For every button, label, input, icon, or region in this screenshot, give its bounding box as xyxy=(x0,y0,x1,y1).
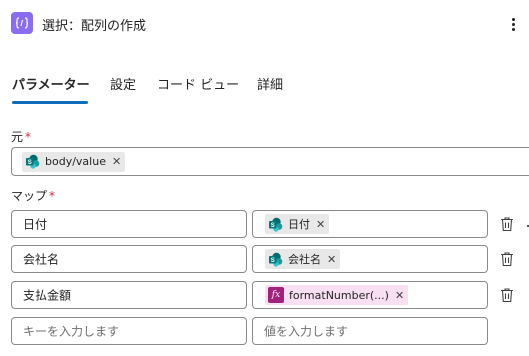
remove-token-icon[interactable]: ✕ xyxy=(327,253,336,266)
token-label: 会社名 xyxy=(288,253,321,266)
map-label: マップ * xyxy=(11,189,56,203)
map-key-input[interactable]: 会社名 xyxy=(11,245,247,273)
map-value-input[interactable]: S 会社名 ✕ xyxy=(252,245,488,273)
action-title: 選択：配列の作成 xyxy=(42,19,147,34)
svg-text:S: S xyxy=(271,223,275,229)
more-dot-icon xyxy=(511,22,515,26)
from-input[interactable]: S body/value ✕ xyxy=(11,147,529,176)
delete-row-icon[interactable] xyxy=(500,287,514,303)
required-mark: * xyxy=(49,189,56,203)
svg-text:S: S xyxy=(271,258,275,264)
reorder-handle-icon[interactable] xyxy=(524,219,529,229)
dynamic-content-token[interactable]: S 会社名 ✕ xyxy=(265,249,341,269)
dynamic-content-token[interactable]: S body/value ✕ xyxy=(22,151,126,172)
expression-token[interactable]: fx formatNumber(...) ✕ xyxy=(265,285,409,305)
token-label: body/value xyxy=(45,155,106,168)
remove-token-icon[interactable]: ✕ xyxy=(395,289,404,302)
tab-details[interactable]: 詳細 xyxy=(257,74,283,104)
sharepoint-icon: S xyxy=(25,154,40,169)
active-tab-indicator xyxy=(12,101,88,104)
map-key-value: 日付 xyxy=(23,217,48,232)
variable-braces-icon xyxy=(11,12,33,34)
delete-row-icon[interactable] xyxy=(500,216,514,232)
token-label: 日付 xyxy=(288,218,310,231)
delete-row-icon[interactable] xyxy=(500,251,514,267)
more-dot-icon xyxy=(511,17,515,21)
tab-code-view[interactable]: コード ビュー xyxy=(157,74,239,104)
required-mark: * xyxy=(25,130,32,144)
map-key-input[interactable]: 日付 xyxy=(11,210,247,238)
tab-settings[interactable]: 設定 xyxy=(110,74,136,104)
new-value-input[interactable]: 値を入力します xyxy=(252,317,488,345)
key-placeholder: キーを入力します xyxy=(23,324,120,339)
tab-bar: パラメーター 設定 コード ビュー 詳細 xyxy=(0,74,529,104)
tab-parameters[interactable]: パラメーター xyxy=(12,74,90,104)
dynamic-content-token[interactable]: S 日付 ✕ xyxy=(265,214,330,234)
map-value-input[interactable]: S 日付 ✕ xyxy=(252,210,488,238)
from-label: 元 * xyxy=(11,130,32,144)
new-key-input[interactable]: キーを入力します xyxy=(11,317,247,345)
sharepoint-icon: S xyxy=(268,217,283,232)
sharepoint-icon: S xyxy=(268,252,283,267)
remove-token-icon[interactable]: ✕ xyxy=(112,155,121,168)
more-dot-icon xyxy=(511,27,515,31)
map-key-value: 会社名 xyxy=(23,252,60,267)
svg-text:S: S xyxy=(28,160,32,166)
action-header: 選択：配列の作成 xyxy=(0,0,529,48)
map-key-value: 支払金額 xyxy=(23,288,72,303)
token-label: formatNumber(...) xyxy=(289,288,389,302)
map-key-input[interactable]: 支払金額 xyxy=(11,281,247,309)
remove-token-icon[interactable]: ✕ xyxy=(316,218,325,231)
value-placeholder: 値を入力します xyxy=(264,324,349,339)
fx-icon: fx xyxy=(268,287,284,303)
map-value-input[interactable]: fx formatNumber(...) ✕ xyxy=(252,281,488,309)
more-options-button[interactable] xyxy=(506,13,520,35)
